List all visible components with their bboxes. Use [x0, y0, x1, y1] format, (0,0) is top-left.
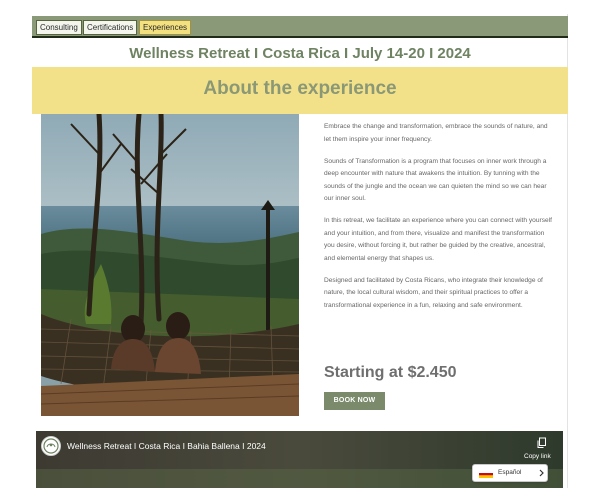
- tab-certifications[interactable]: Certifications: [83, 20, 138, 35]
- price-label: Starting at $2.450: [324, 364, 457, 381]
- about-paragraph: Embrace the change and transformation, e…: [324, 123, 548, 143]
- language-selector[interactable]: Español: [472, 464, 548, 482]
- about-heading: About the experience: [203, 78, 397, 99]
- copy-icon[interactable]: [536, 437, 548, 449]
- about-paragraph: Designed and facilitated by Costa Ricans…: [324, 276, 543, 309]
- chevron-right-icon: [539, 469, 544, 477]
- tab-experiences[interactable]: Experiences: [139, 20, 192, 35]
- about-paragraph: In this retreat, we facilitate an experi…: [324, 217, 552, 262]
- spain-flag-icon: [479, 469, 493, 478]
- page-title: Wellness Retreat I Costa Rica I July 14-…: [129, 45, 471, 62]
- language-label: Español: [498, 469, 522, 476]
- channel-logo-icon[interactable]: [41, 436, 61, 456]
- about-description: Embrace the change and transformation, e…: [324, 121, 552, 322]
- tab-consulting[interactable]: Consulting: [36, 20, 82, 35]
- nav-bar: Consulting Certifications Experiences: [32, 16, 568, 36]
- page-frame: Consulting Certifications Experiences We…: [32, 14, 568, 488]
- nav-divider: [32, 36, 568, 38]
- book-now-button[interactable]: BOOK NOW: [324, 392, 385, 410]
- retreat-hammock-photo: [41, 114, 299, 416]
- about-paragraph: Sounds of Transformation is a program th…: [324, 157, 547, 203]
- video-title[interactable]: Wellness Retreat I Costa Rica I Bahia Ba…: [67, 441, 266, 451]
- copy-link-label[interactable]: Copy link: [524, 453, 551, 460]
